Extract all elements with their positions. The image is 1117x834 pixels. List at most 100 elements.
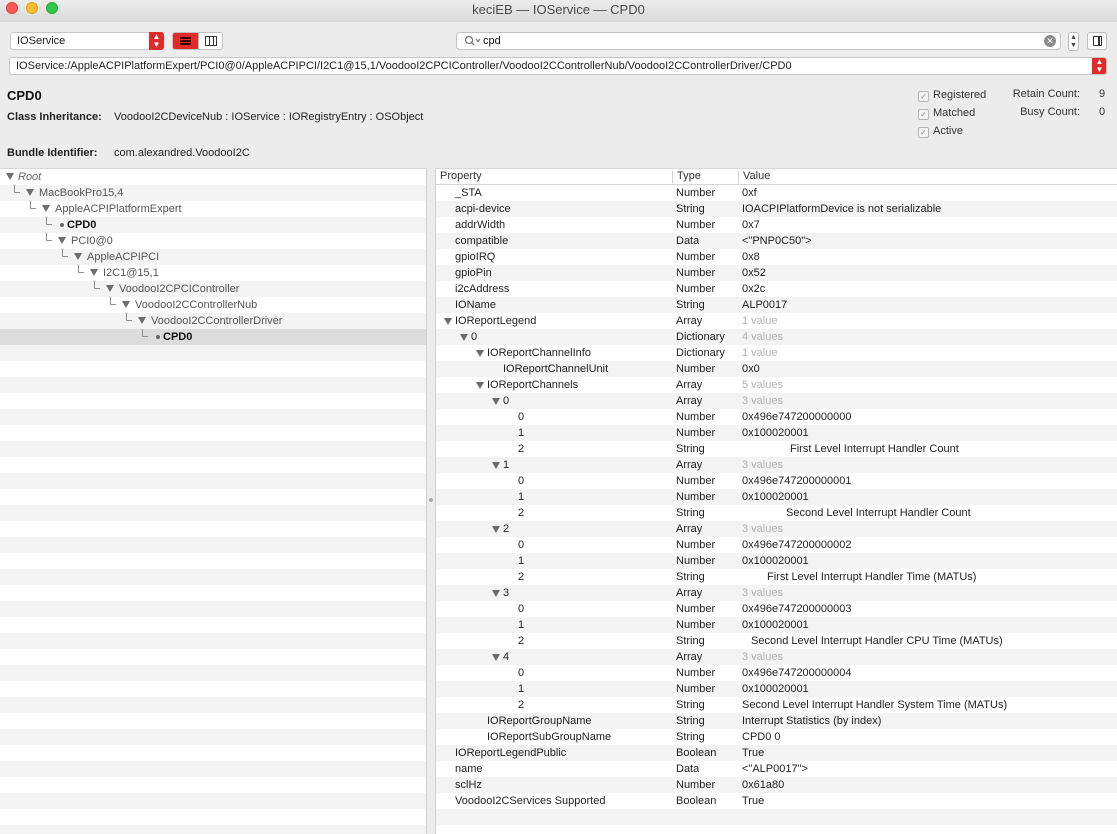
tree-row[interactable]: VoodooI2CControllerDriver [0,313,426,329]
property-value: Second Level Interrupt Handler System Ti… [742,699,1008,711]
property-row[interactable]: sclHz Number 0x61a80 [436,777,1117,793]
tree-row[interactable]: MacBookPro15,4 [0,185,426,201]
tree-row[interactable]: VoodooI2CControllerNub [0,297,426,313]
property-row[interactable]: IOReportLegend Array 1 value [436,313,1117,329]
disclosure-triangle-icon[interactable] [58,237,66,244]
search-input[interactable] [483,33,1043,49]
bundle-identifier-value: com.alexandred.VoodooI2C [114,147,250,159]
split-view-divider[interactable] [426,168,436,834]
property-row[interactable]: i2cAddress Number 0x2c [436,281,1117,297]
property-row[interactable]: IOReportSubGroupName String CPD0 0 [436,729,1117,745]
disclosure-triangle-icon[interactable] [476,350,484,357]
disclosure-triangle-icon[interactable] [74,253,82,260]
property-row[interactable]: 2 String Second Level Interrupt Handler Sy… [436,697,1117,713]
tree-row[interactable]: AppleACPIPlatformExpert [0,201,426,217]
tree-row[interactable]: CPD0 [0,329,426,345]
property-row[interactable]: 3 Array 3 values [436,585,1117,601]
property-type: Dictionary [676,347,725,359]
disclosure-triangle-icon[interactable] [138,317,146,324]
clear-search-icon[interactable]: ✕ [1044,35,1056,47]
tree-node-label: AppleACPIPlatformExpert [55,203,182,215]
view-mode-segmented-control[interactable] [172,32,223,50]
property-row[interactable]: 4 Array 3 values [436,649,1117,665]
property-table[interactable]: Property Type Value _STA Number 0xf acpi-de… [436,168,1117,834]
property-row[interactable]: 2 Array 3 values [436,521,1117,537]
tree-row[interactable]: CPD0 [0,217,426,233]
column-view-button[interactable] [198,33,222,49]
minimize-window-button[interactable] [26,2,38,14]
property-row[interactable]: 1 Number 0x100020001 [436,489,1117,505]
property-row[interactable]: 0 Number 0x496e747200000001 [436,473,1117,489]
property-row[interactable]: IOReportLegendPublic Boolean True [436,745,1117,761]
property-row[interactable]: 1 Number 0x100020001 [436,617,1117,633]
disclosure-triangle-icon[interactable] [122,301,130,308]
property-row[interactable]: 0 Number 0x496e747200000000 [436,409,1117,425]
disclosure-triangle-icon[interactable] [90,269,98,276]
property-row[interactable]: IOReportChannels Array 5 values [436,377,1117,393]
tree-row[interactable]: PCI0@0 [0,233,426,249]
tree-connector [46,233,52,241]
property-row[interactable]: compatible Data <"PNP0C50"> [436,233,1117,249]
property-row[interactable]: 1 Number 0x100020001 [436,553,1117,569]
property-value: Second Level Interrupt Handler CPU Time … [751,635,1003,647]
disclosure-triangle-icon[interactable] [106,285,114,292]
tree-row[interactable]: Root [0,169,426,185]
property-row[interactable]: IOName String ALP0017 [436,297,1117,313]
property-row[interactable]: 1 Array 3 values [436,457,1117,473]
plane-select[interactable]: IOService ▲ ▼ [10,32,164,50]
property-row[interactable]: 2 String Second Level Interrupt Handler Co… [436,505,1117,521]
list-icon-line [180,40,191,42]
column-header-property[interactable]: Property [440,169,482,184]
property-row[interactable]: 0 Number 0x496e747200000003 [436,601,1117,617]
property-type: Array [676,523,703,535]
disclosure-triangle-icon[interactable] [26,189,34,196]
tree-row[interactable]: I2C1@15,1 [0,265,426,281]
property-row[interactable]: acpi-device String IOACPIPlatformDevice is… [436,201,1117,217]
property-name: 2 [518,571,525,583]
disclosure-triangle-icon[interactable] [42,205,50,212]
inspector-button[interactable] [1087,32,1107,50]
property-row[interactable]: 2 String First Level Interrupt Handler Cou… [436,441,1117,457]
registry-path-select[interactable]: IOService:/AppleACPIPlatformExpert/PCI0@… [9,57,1107,75]
disclosure-triangle-icon[interactable] [476,382,484,389]
property-row[interactable]: 0 Number 0x496e747200000004 [436,665,1117,681]
property-row[interactable]: VoodooI2CServices Supported Boolean True [436,793,1117,809]
property-row[interactable]: 1 Number 0x100020001 [436,681,1117,697]
property-row[interactable]: 2 String First Level Interrupt Handler Tim… [436,569,1117,585]
disclosure-triangle-icon[interactable] [492,526,500,533]
property-row[interactable]: IOReportChannelUnit Number 0x0 [436,361,1117,377]
property-row[interactable]: gpioIRQ Number 0x8 [436,249,1117,265]
tree-empty-row [0,649,426,665]
property-row[interactable]: 0 Array 3 values [436,393,1117,409]
disclosure-triangle-icon[interactable] [492,462,500,469]
column-separator[interactable] [738,171,739,183]
disclosure-triangle-icon[interactable] [444,318,452,325]
column-header-type[interactable]: Type [677,169,701,184]
search-options-stepper[interactable]: ▲ ▼ [1068,32,1079,51]
property-row[interactable]: gpioPin Number 0x52 [436,265,1117,281]
property-row[interactable]: IOReportGroupName String Interrupt Statist… [436,713,1117,729]
tree-row[interactable]: VoodooI2CPCIController [0,281,426,297]
property-row[interactable]: addrWidth Number 0x7 [436,217,1117,233]
column-header-value[interactable]: Value [743,169,770,184]
list-view-button[interactable] [173,33,198,49]
disclosure-triangle-icon[interactable] [492,398,500,405]
disclosure-triangle-icon[interactable] [492,590,500,597]
disclosure-triangle-icon[interactable] [460,334,468,341]
property-row[interactable]: 0 Dictionary 4 values [436,329,1117,345]
zoom-window-button[interactable] [46,2,58,14]
property-row[interactable]: name Data <"ALP0017"> [436,761,1117,777]
property-name: name [455,763,483,775]
property-row[interactable]: IOReportChannelInfo Dictionary 1 value [436,345,1117,361]
close-window-button[interactable] [6,2,18,14]
search-field[interactable]: ✕ [456,32,1061,50]
registry-tree[interactable]: Root MacBookPro15,4 AppleACPIPlatformExper… [0,168,426,834]
property-row[interactable]: 0 Number 0x496e747200000002 [436,537,1117,553]
disclosure-triangle-icon[interactable] [6,173,14,180]
disclosure-triangle-icon[interactable] [492,654,500,661]
property-row[interactable]: 1 Number 0x100020001 [436,425,1117,441]
property-row[interactable]: 2 String Second Level Interrupt Handler CP… [436,633,1117,649]
column-separator[interactable] [672,171,673,183]
tree-row[interactable]: AppleACPIPCI [0,249,426,265]
property-row[interactable]: _STA Number 0xf [436,185,1117,201]
